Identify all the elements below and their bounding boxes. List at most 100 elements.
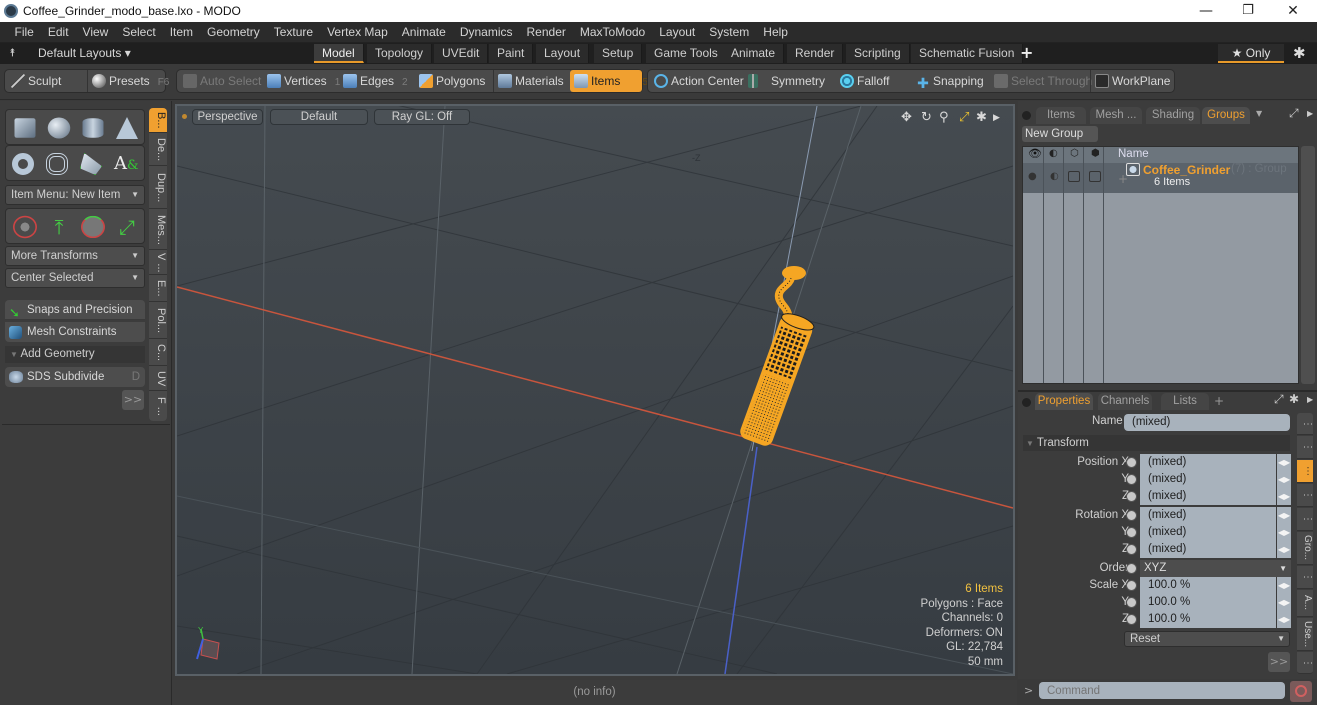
properties-vtab-7[interactable]: ⋮ xyxy=(1297,652,1313,674)
scale-value-input[interactable]: 100.0 % xyxy=(1140,594,1276,611)
tab-game-tools[interactable]: Game Tools xyxy=(646,44,727,63)
scale-value-input[interactable]: 100.0 % xyxy=(1140,611,1276,628)
properties-vtab-1[interactable]: ⋮ xyxy=(1297,413,1313,435)
tab-schematic-fusion[interactable]: Schematic Fusion xyxy=(911,44,1024,63)
default-layouts-menu[interactable]: Default Layouts ▾ xyxy=(38,46,131,60)
properties-gear-icon[interactable]: ✱ xyxy=(1289,392,1299,406)
more-properties-button[interactable]: >> xyxy=(1268,652,1290,672)
vtab-fusion[interactable]: F ... xyxy=(149,392,167,421)
viewport-settings-gear-icon[interactable]: ✱ xyxy=(976,110,987,125)
vtab-polygon[interactable]: Pol... xyxy=(149,303,167,339)
expand-properties-icon[interactable]: ⤢ xyxy=(1274,392,1284,407)
orbit-icon[interactable]: ↻ xyxy=(921,110,932,125)
scale-keyframe-toggle[interactable] xyxy=(1126,597,1137,608)
scale-drag-arrows-icon[interactable]: ◀▶ xyxy=(1277,611,1291,628)
order-keyframe-toggle[interactable] xyxy=(1126,563,1137,574)
minimize-icon[interactable]: — xyxy=(1183,0,1229,22)
menu-dynamics[interactable]: Dynamics xyxy=(453,22,520,43)
visibility-eye-icon[interactable]: 👁 xyxy=(1028,147,1042,160)
row-render-icon[interactable]: ◐ xyxy=(1050,171,1059,182)
materials-button[interactable]: Materials xyxy=(493,70,567,92)
more-tools-button[interactable]: >> xyxy=(122,390,144,410)
viewport-options-dot-icon[interactable] xyxy=(182,114,187,119)
properties-menu-arrow-icon[interactable]: ▶ xyxy=(1307,395,1313,404)
menu-item[interactable]: Item xyxy=(163,22,200,43)
row-visibility-icon[interactable]: ● xyxy=(1028,171,1037,182)
menu-system[interactable]: System xyxy=(702,22,756,43)
cylinder-icon[interactable] xyxy=(82,118,104,138)
tab-paint[interactable]: Paint xyxy=(489,44,534,63)
position-drag-arrows-icon[interactable]: ◀▶ xyxy=(1277,488,1291,505)
menu-help[interactable]: Help xyxy=(756,22,795,43)
text-tool-icon[interactable]: A& xyxy=(114,150,144,178)
zoom-icon[interactable]: ⚲ xyxy=(939,110,949,125)
vtab-vertex[interactable]: V ... xyxy=(149,251,167,275)
reset-dropdown[interactable]: Reset ▼ xyxy=(1124,631,1290,647)
row-select-checkbox[interactable] xyxy=(1089,171,1101,182)
panel-splitter[interactable] xyxy=(1018,390,1317,392)
position-drag-arrows-icon[interactable]: ◀▶ xyxy=(1277,454,1291,471)
viewport-canvas[interactable]: -Z Y xyxy=(177,106,1013,674)
rotate-tool-icon[interactable] xyxy=(81,215,105,239)
rotation-drag-arrows-icon[interactable]: ◀▶ xyxy=(1277,507,1291,524)
position-keyframe-toggle[interactable] xyxy=(1126,474,1137,485)
panel-menu-arrow-icon[interactable]: ▶ xyxy=(1307,109,1313,118)
select-through-button[interactable]: Select Through xyxy=(990,70,1092,92)
menu-view[interactable]: View xyxy=(76,22,116,43)
transform-section-header[interactable]: ▼ Transform xyxy=(1023,435,1290,451)
menu-select[interactable]: Select xyxy=(115,22,162,43)
auto-select-button[interactable]: Auto Select xyxy=(179,70,261,92)
polygons-button[interactable]: Polygons xyxy=(415,70,491,92)
tab-layout[interactable]: Layout xyxy=(536,44,590,63)
pan-icon[interactable]: ✥ xyxy=(901,110,912,125)
tab-properties[interactable]: Properties xyxy=(1035,393,1093,410)
position-keyframe-toggle[interactable] xyxy=(1126,457,1137,468)
items-button[interactable]: Items 5 xyxy=(570,70,648,92)
groups-list[interactable]: 👁 ◐ ⬡ ⬢ Name ● ◐ + Coffee_Grinder (7) : … xyxy=(1022,146,1299,384)
scale-tool-icon[interactable]: ⤢ xyxy=(112,213,142,241)
scale-keyframe-toggle[interactable] xyxy=(1126,614,1137,625)
cone-icon[interactable] xyxy=(116,117,138,139)
vtab-uv[interactable]: UV xyxy=(149,367,167,391)
vtab-basic[interactable]: B... xyxy=(149,108,167,133)
view-mode-button[interactable]: Perspective xyxy=(192,109,263,125)
row-lock-checkbox[interactable] xyxy=(1068,171,1080,182)
layout-settings-gear-icon[interactable]: ✱ xyxy=(1293,44,1306,62)
rotation-order-dropdown[interactable]: XYZ ▼ xyxy=(1140,560,1291,577)
vtab-curve[interactable]: C... xyxy=(149,340,167,366)
position-value-input[interactable]: (mixed) xyxy=(1140,471,1276,488)
cube-icon[interactable] xyxy=(14,118,36,138)
rotation-value-input[interactable]: (mixed) xyxy=(1140,507,1276,524)
tabs-dropdown-icon[interactable]: ▼ xyxy=(1256,109,1262,118)
capsule-icon[interactable] xyxy=(46,153,68,175)
scale-drag-arrows-icon[interactable]: ◀▶ xyxy=(1277,577,1291,594)
rotation-keyframe-toggle[interactable] xyxy=(1126,544,1137,555)
position-value-input[interactable]: (mixed) xyxy=(1140,454,1276,471)
menu-file[interactable]: File xyxy=(8,22,41,43)
position-drag-arrows-icon[interactable]: ◀▶ xyxy=(1277,471,1291,488)
shading-mode-button[interactable]: Default xyxy=(270,109,368,125)
scale-keyframe-toggle[interactable] xyxy=(1126,580,1137,591)
rotation-keyframe-toggle[interactable] xyxy=(1126,510,1137,521)
menu-edit[interactable]: Edit xyxy=(41,22,76,43)
rotation-drag-arrows-icon[interactable]: ◀▶ xyxy=(1277,541,1291,558)
transform-tool-icon[interactable] xyxy=(13,215,37,239)
raygl-button[interactable]: Ray GL: Off xyxy=(374,109,470,125)
tab-render[interactable]: Render xyxy=(787,44,844,63)
add-geometry-section[interactable]: ▼ Add Geometry xyxy=(5,346,145,363)
vtab-duplicate[interactable]: Dup... xyxy=(149,167,167,209)
item-menu-dropdown[interactable]: Item Menu: New Item ▼ xyxy=(5,185,145,205)
tab-topology[interactable]: Topology xyxy=(367,44,433,63)
group-name[interactable]: Coffee_Grinder xyxy=(1143,163,1230,177)
position-keyframe-toggle[interactable] xyxy=(1126,491,1137,502)
menu-layout[interactable]: Layout xyxy=(652,22,702,43)
expand-panel-icon[interactable]: ⤢ xyxy=(1289,106,1299,121)
menu-render[interactable]: Render xyxy=(520,22,573,43)
symmetry-button[interactable]: Symmetry xyxy=(744,70,834,92)
vertices-button[interactable]: Vertices 1 xyxy=(263,70,340,92)
snapping-button[interactable]: ✚ Snapping xyxy=(912,70,988,92)
position-value-input[interactable]: (mixed) xyxy=(1140,488,1276,505)
close-icon[interactable]: ✕ xyxy=(1270,0,1316,22)
presets-button[interactable]: Presets F6 xyxy=(87,70,169,92)
name-column-header[interactable]: Name xyxy=(1118,148,1149,160)
